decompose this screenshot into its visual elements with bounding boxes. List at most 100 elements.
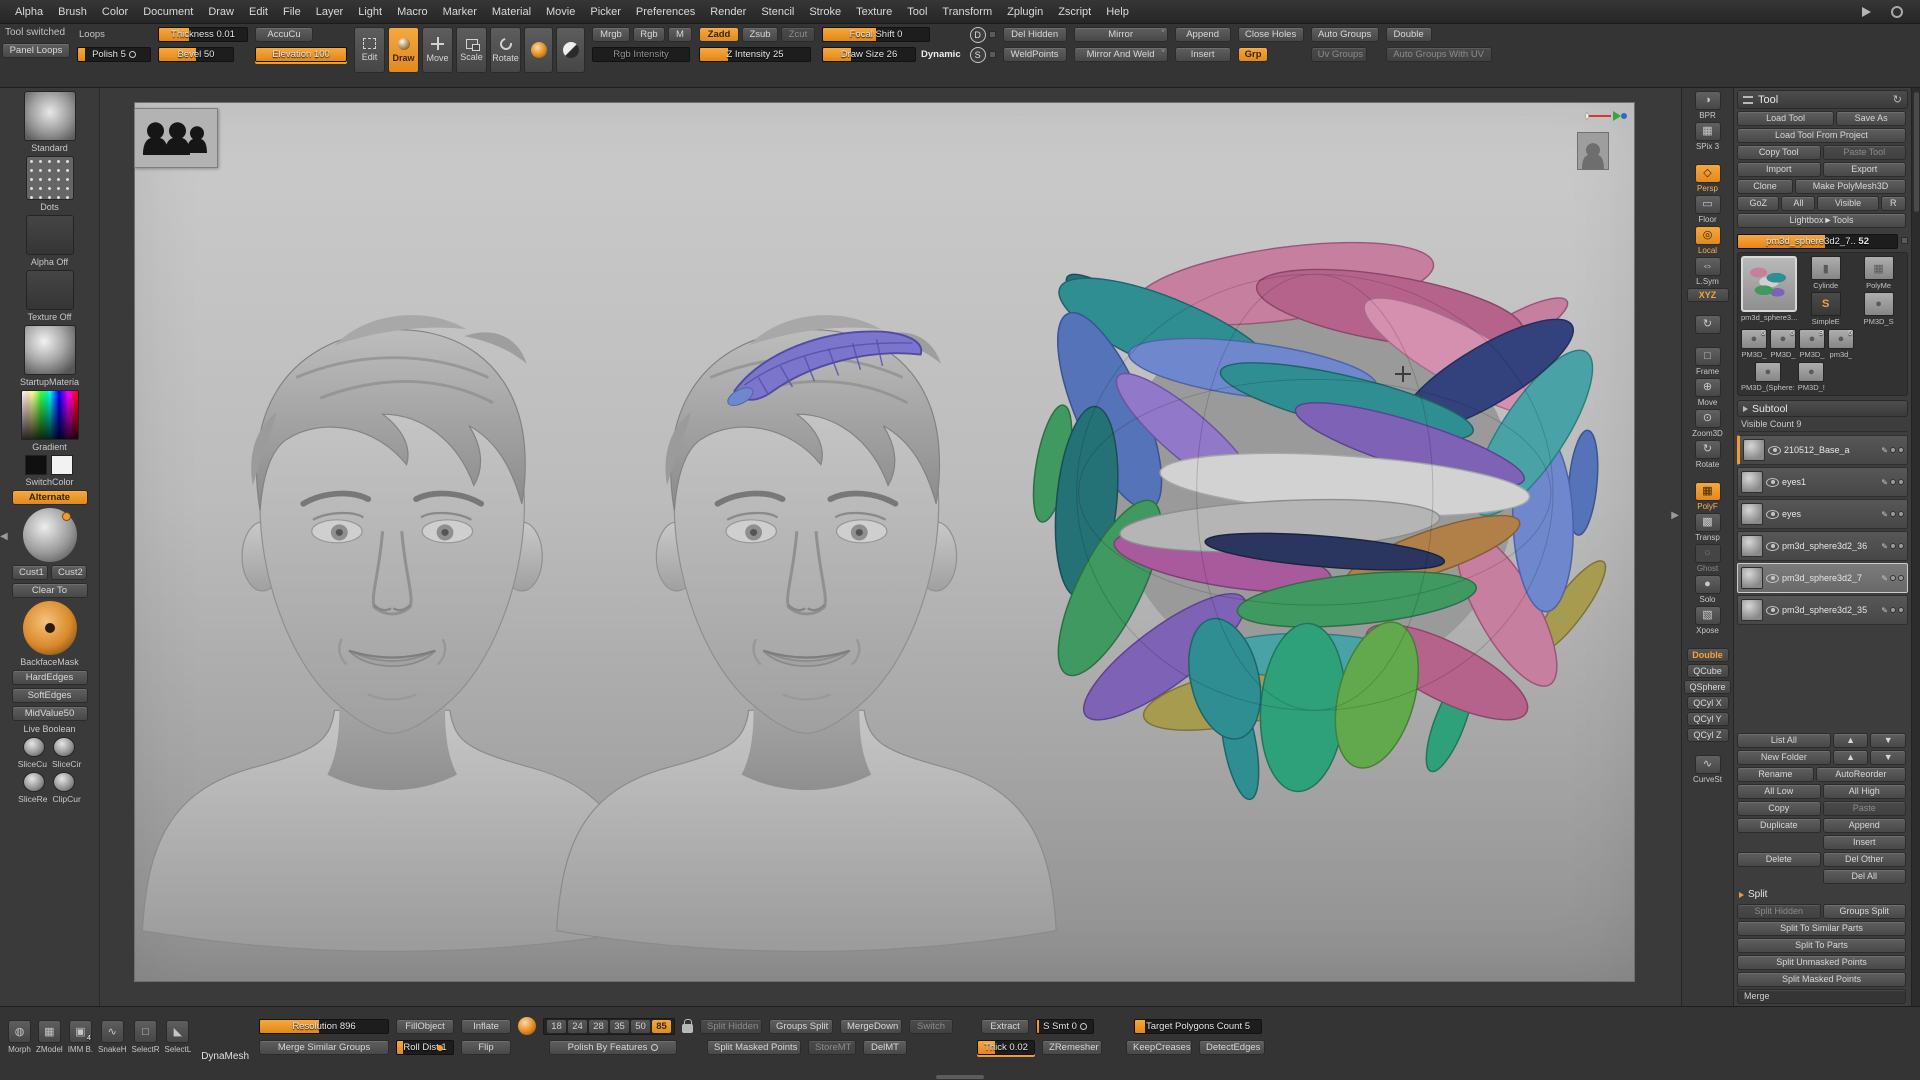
rename-button[interactable]: Rename <box>1737 767 1814 782</box>
all-high-button[interactable]: All High <box>1823 784 1907 799</box>
menu-preferences[interactable]: Preferences <box>629 4 702 20</box>
panel-scrollbar-thumb[interactable] <box>1914 92 1919 212</box>
menu-alpha[interactable]: Alpha <box>8 4 50 20</box>
merge-similar-groups-button[interactable]: Merge Similar Groups <box>259 1040 389 1055</box>
menu-zplugin[interactable]: Zplugin <box>1000 4 1050 20</box>
insert-button[interactable]: Insert <box>1823 835 1907 850</box>
subtool-row-210512-base-a[interactable]: 210512_Base_a✎ <box>1737 435 1908 465</box>
folder-up-button[interactable]: ▲ <box>1833 750 1869 765</box>
active-tool-slider[interactable]: pm3d_sphere3d2_7.. 52 <box>1737 234 1898 249</box>
color-picker-gradient[interactable] <box>21 390 79 440</box>
tool-palette-header[interactable]: Tool ↻ <box>1737 90 1908 109</box>
fillobject-button[interactable]: FillObject <box>396 1019 454 1034</box>
polypaint-icon[interactable]: ✎ <box>1881 542 1888 551</box>
menu-file[interactable]: File <box>276 4 308 20</box>
all-button[interactable]: All <box>1781 196 1815 211</box>
panel-scrollbar[interactable] <box>1911 88 1920 1006</box>
shelf-xpose[interactable]: ▧Xpose <box>1695 606 1721 635</box>
brush-thumbnail-icon[interactable] <box>24 91 76 141</box>
menu-tool[interactable]: Tool <box>900 4 934 20</box>
draw-tile[interactable]: Draw <box>388 27 419 73</box>
shelf-move[interactable]: ⊕Move <box>1695 378 1721 407</box>
menu-macro[interactable]: Macro <box>390 4 435 20</box>
toggle-dot-icon[interactable] <box>1898 607 1904 613</box>
move-tile[interactable]: Move <box>422 27 453 73</box>
inventory-item[interactable]: ●PM3D_(Sphere: <box>1741 362 1795 392</box>
mini-tool-selectl[interactable]: ◣SelectL <box>165 1020 192 1054</box>
menu-marker[interactable]: Marker <box>436 4 484 20</box>
slicere-icon[interactable] <box>23 772 45 792</box>
menu-light[interactable]: Light <box>351 4 389 20</box>
toggle-dot-icon[interactable] <box>1890 479 1896 485</box>
copy-tool-button[interactable]: Copy Tool <box>1737 145 1821 160</box>
rotate-tile[interactable]: Rotate <box>490 27 521 73</box>
inventory-item[interactable]: ▮Cylinde <box>1800 256 1851 290</box>
shelf-solo[interactable]: ●Solo <box>1695 575 1721 604</box>
inventory-item[interactable]: ●PM3D_! <box>1798 362 1825 392</box>
collapse-right-arrow[interactable]: ▶ <box>1671 510 1679 521</box>
elevation-slider[interactable]: Elevation 100 <box>255 47 347 62</box>
inventory-item[interactable]: SSimpleE <box>1800 292 1851 326</box>
zsub-button[interactable]: Zsub <box>742 27 778 42</box>
new-folder-button[interactable]: New Folder <box>1737 750 1831 765</box>
goz-button[interactable]: GoZ <box>1737 196 1779 211</box>
mini-tool-morph[interactable]: ◍Morph <box>8 1020 31 1054</box>
arrow-down-button[interactable]: ▼ <box>1870 733 1906 748</box>
roll-dist-slider[interactable]: Roll Dist 1 <box>396 1040 454 1055</box>
weldpoints-button[interactable]: WeldPoints <box>1003 47 1067 62</box>
append-button[interactable]: Append <box>1823 818 1907 833</box>
shelf-persp[interactable]: ◇Persp <box>1695 164 1721 193</box>
list-all-button[interactable]: List All <box>1737 733 1831 748</box>
polypaint-icon[interactable]: ✎ <box>1881 478 1888 487</box>
visibility-eye-icon[interactable] <box>1766 574 1779 583</box>
insert-button[interactable]: Insert <box>1175 47 1231 62</box>
split-unmasked-points-button[interactable]: Split Unmasked Points <box>1737 955 1906 970</box>
shelf-icon[interactable]: ↻ <box>1695 315 1721 334</box>
cust2-button[interactable]: Cust2 <box>51 565 87 580</box>
thick-slider[interactable]: Thick 0.02 <box>977 1040 1035 1055</box>
menu-picker[interactable]: Picker <box>583 4 628 20</box>
mergedown-button[interactable]: MergeDown <box>840 1019 902 1034</box>
alternate-button[interactable]: Alternate <box>12 490 88 505</box>
toggle-dot-icon[interactable] <box>1898 447 1904 453</box>
hardedges-button[interactable]: HardEdges <box>12 670 88 685</box>
visible-button[interactable]: Visible <box>1817 196 1878 211</box>
panel-loops-button[interactable]: Panel Loops <box>2 43 70 58</box>
clear-to-button[interactable]: Clear To <box>12 583 88 598</box>
slicecir-icon[interactable] <box>53 737 75 757</box>
s-round-button[interactable]: S <box>970 47 986 63</box>
del-hidden-button[interactable]: Del Hidden <box>1003 27 1067 42</box>
split-masked-points-button[interactable]: Split Masked Points <box>1737 972 1906 987</box>
shelf-spix-3[interactable]: ▦SPix 3 <box>1695 122 1721 151</box>
size-preset-50[interactable]: 50 <box>631 1020 650 1033</box>
toggle-dot-icon[interactable] <box>1898 575 1904 581</box>
inventory-item[interactable]: ●6PM3D_ <box>1770 329 1796 359</box>
m-button[interactable]: M <box>668 27 692 42</box>
all-low-button[interactable]: All Low <box>1737 784 1821 799</box>
polish-slider[interactable]: Polish 5 <box>77 47 151 62</box>
split-to-parts-button[interactable]: Split To Parts <box>1737 938 1906 953</box>
visibility-eye-icon[interactable] <box>1766 478 1779 487</box>
import-button[interactable]: Import <box>1737 162 1821 177</box>
r-button[interactable]: R <box>1881 196 1906 211</box>
target-polygons-count-slider[interactable]: Target Polygons Count 5 <box>1134 1019 1262 1034</box>
palette-restore-icon[interactable]: ↻ <box>1893 93 1902 106</box>
menu-render[interactable]: Render <box>703 4 753 20</box>
pm3d-sphere-thumbnail[interactable]: ● <box>1755 362 1781 382</box>
menu-brush[interactable]: Brush <box>51 4 94 20</box>
toggle-dot-icon[interactable] <box>1898 511 1904 517</box>
auto-groups-button[interactable]: Auto Groups <box>1311 27 1379 42</box>
load-tool-from-project-button[interactable]: Load Tool From Project <box>1737 128 1906 143</box>
menu-layer[interactable]: Layer <box>309 4 351 20</box>
del-all-button[interactable]: Del All <box>1823 869 1907 884</box>
size-preset-24[interactable]: 24 <box>568 1020 587 1033</box>
groups-split-button[interactable]: Groups Split <box>1823 904 1907 919</box>
brush-ring-tile[interactable] <box>524 27 553 73</box>
focal-shift-slider[interactable]: Focal Shift 0 <box>822 27 930 42</box>
duplicate-button[interactable]: Duplicate <box>1737 818 1821 833</box>
collapse-left-arrow[interactable]: ◀ <box>0 529 10 545</box>
resolution-slider[interactable]: Resolution 896 <box>259 1019 389 1034</box>
simplee-thumbnail[interactable]: S <box>1811 292 1841 316</box>
tool-preview-icon[interactable] <box>1577 132 1609 170</box>
shelf-transp[interactable]: ▩Transp <box>1695 513 1721 542</box>
